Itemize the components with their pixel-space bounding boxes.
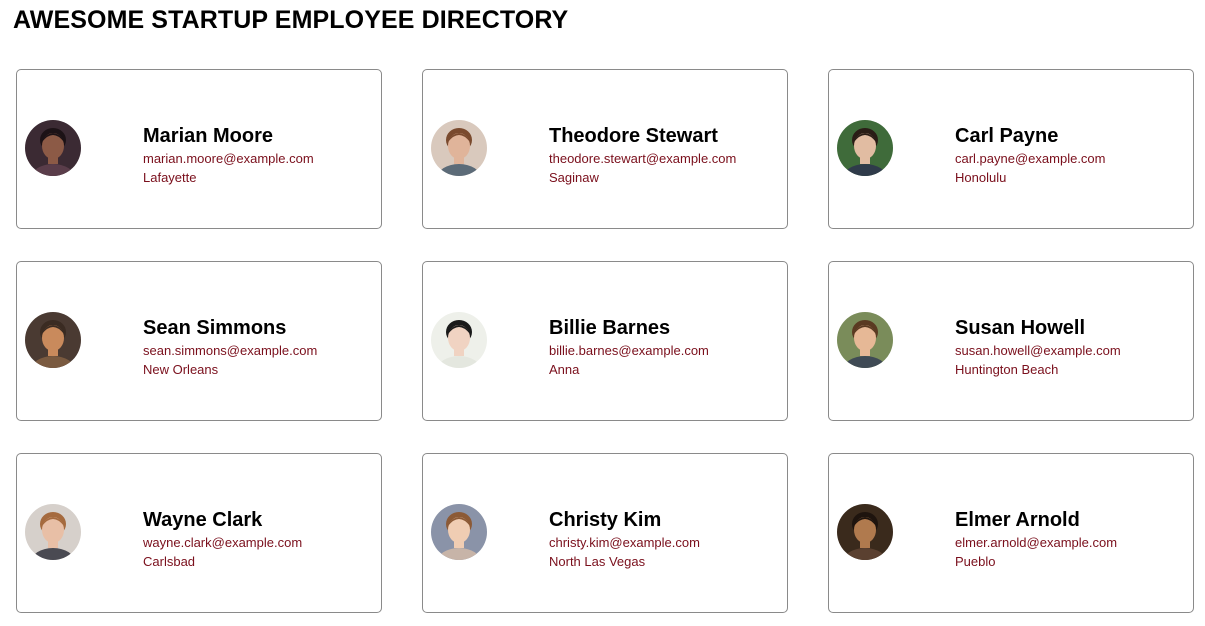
employee-email: theodore.stewart@example.com xyxy=(549,151,737,166)
employee-email: susan.howell@example.com xyxy=(955,343,1121,358)
employee-name: Carl Payne xyxy=(955,125,1059,147)
employee-email: christy.kim@example.com xyxy=(549,535,700,550)
employee-info: Marian Moore marian.moore@example.com La… xyxy=(143,124,314,187)
portrait-icon xyxy=(837,120,893,176)
employee-avatar xyxy=(25,504,81,560)
employee-city: Anna xyxy=(549,362,580,377)
portrait-icon xyxy=(25,120,81,176)
employee-email: wayne.clark@example.com xyxy=(143,535,303,550)
employee-info: Sean Simmons sean.simmons@example.com Ne… xyxy=(143,316,317,379)
portrait-icon xyxy=(837,504,893,560)
portrait-icon xyxy=(837,312,893,368)
employee-name: Wayne Clark xyxy=(143,509,263,531)
portrait-icon xyxy=(25,312,81,368)
employee-grid: Marian Moore marian.moore@example.com La… xyxy=(16,69,1194,613)
employee-avatar xyxy=(25,312,81,368)
employee-avatar xyxy=(837,504,893,560)
portrait-icon xyxy=(25,504,81,560)
employee-email: elmer.arnold@example.com xyxy=(955,535,1118,550)
employee-info: Theodore Stewart theodore.stewart@exampl… xyxy=(549,124,736,187)
page-title: AWESOME STARTUP EMPLOYEE DIRECTORY xyxy=(13,6,569,34)
employee-name: Billie Barnes xyxy=(549,317,671,339)
employee-card[interactable]: Susan Howell susan.howell@example.com Hu… xyxy=(828,261,1194,421)
employee-avatar xyxy=(25,120,81,176)
employee-card[interactable]: Marian Moore marian.moore@example.com La… xyxy=(16,69,382,229)
employee-city: Saginaw xyxy=(549,170,599,185)
employee-city: Lafayette xyxy=(143,170,197,185)
employee-email: billie.barnes@example.com xyxy=(549,343,709,358)
employee-card[interactable]: Elmer Arnold elmer.arnold@example.com Pu… xyxy=(828,453,1194,613)
employee-city: Pueblo xyxy=(955,554,996,569)
employee-name: Sean Simmons xyxy=(143,317,287,339)
employee-info: Billie Barnes billie.barnes@example.com … xyxy=(549,316,709,379)
employee-info: Susan Howell susan.howell@example.com Hu… xyxy=(955,316,1121,379)
employee-card[interactable]: Christy Kim christy.kim@example.com Nort… xyxy=(422,453,788,613)
employee-name: Marian Moore xyxy=(143,125,274,147)
employee-card[interactable]: Wayne Clark wayne.clark@example.com Carl… xyxy=(16,453,382,613)
employee-city: New Orleans xyxy=(143,362,219,377)
employee-email: marian.moore@example.com xyxy=(143,151,314,166)
employee-city: Carlsbad xyxy=(143,554,196,569)
employee-avatar xyxy=(431,312,487,368)
employee-name: Theodore Stewart xyxy=(549,125,718,147)
portrait-icon xyxy=(431,120,487,176)
employee-card[interactable]: Theodore Stewart theodore.stewart@exampl… xyxy=(422,69,788,229)
employee-name: Christy Kim xyxy=(549,509,662,531)
employee-card[interactable]: Billie Barnes billie.barnes@example.com … xyxy=(422,261,788,421)
employee-info: Elmer Arnold elmer.arnold@example.com Pu… xyxy=(955,508,1117,571)
employee-avatar xyxy=(431,120,487,176)
portrait-icon xyxy=(431,504,487,560)
employee-city: North Las Vegas xyxy=(549,554,646,569)
employee-info: Carl Payne carl.payne@example.com Honolu… xyxy=(955,124,1105,187)
portrait-icon xyxy=(431,312,487,368)
employee-email: carl.payne@example.com xyxy=(955,151,1106,166)
employee-card[interactable]: Sean Simmons sean.simmons@example.com Ne… xyxy=(16,261,382,421)
employee-card[interactable]: Carl Payne carl.payne@example.com Honolu… xyxy=(828,69,1194,229)
employee-name: Elmer Arnold xyxy=(955,509,1080,531)
employee-email: sean.simmons@example.com xyxy=(143,343,318,358)
employee-avatar xyxy=(837,120,893,176)
employee-city: Huntington Beach xyxy=(955,362,1059,377)
employee-avatar xyxy=(431,504,487,560)
employee-city: Honolulu xyxy=(955,170,1007,185)
employee-avatar xyxy=(837,312,893,368)
employee-name: Susan Howell xyxy=(955,317,1086,339)
employee-info: Wayne Clark wayne.clark@example.com Carl… xyxy=(143,508,302,571)
employee-info: Christy Kim christy.kim@example.com Nort… xyxy=(549,508,700,571)
